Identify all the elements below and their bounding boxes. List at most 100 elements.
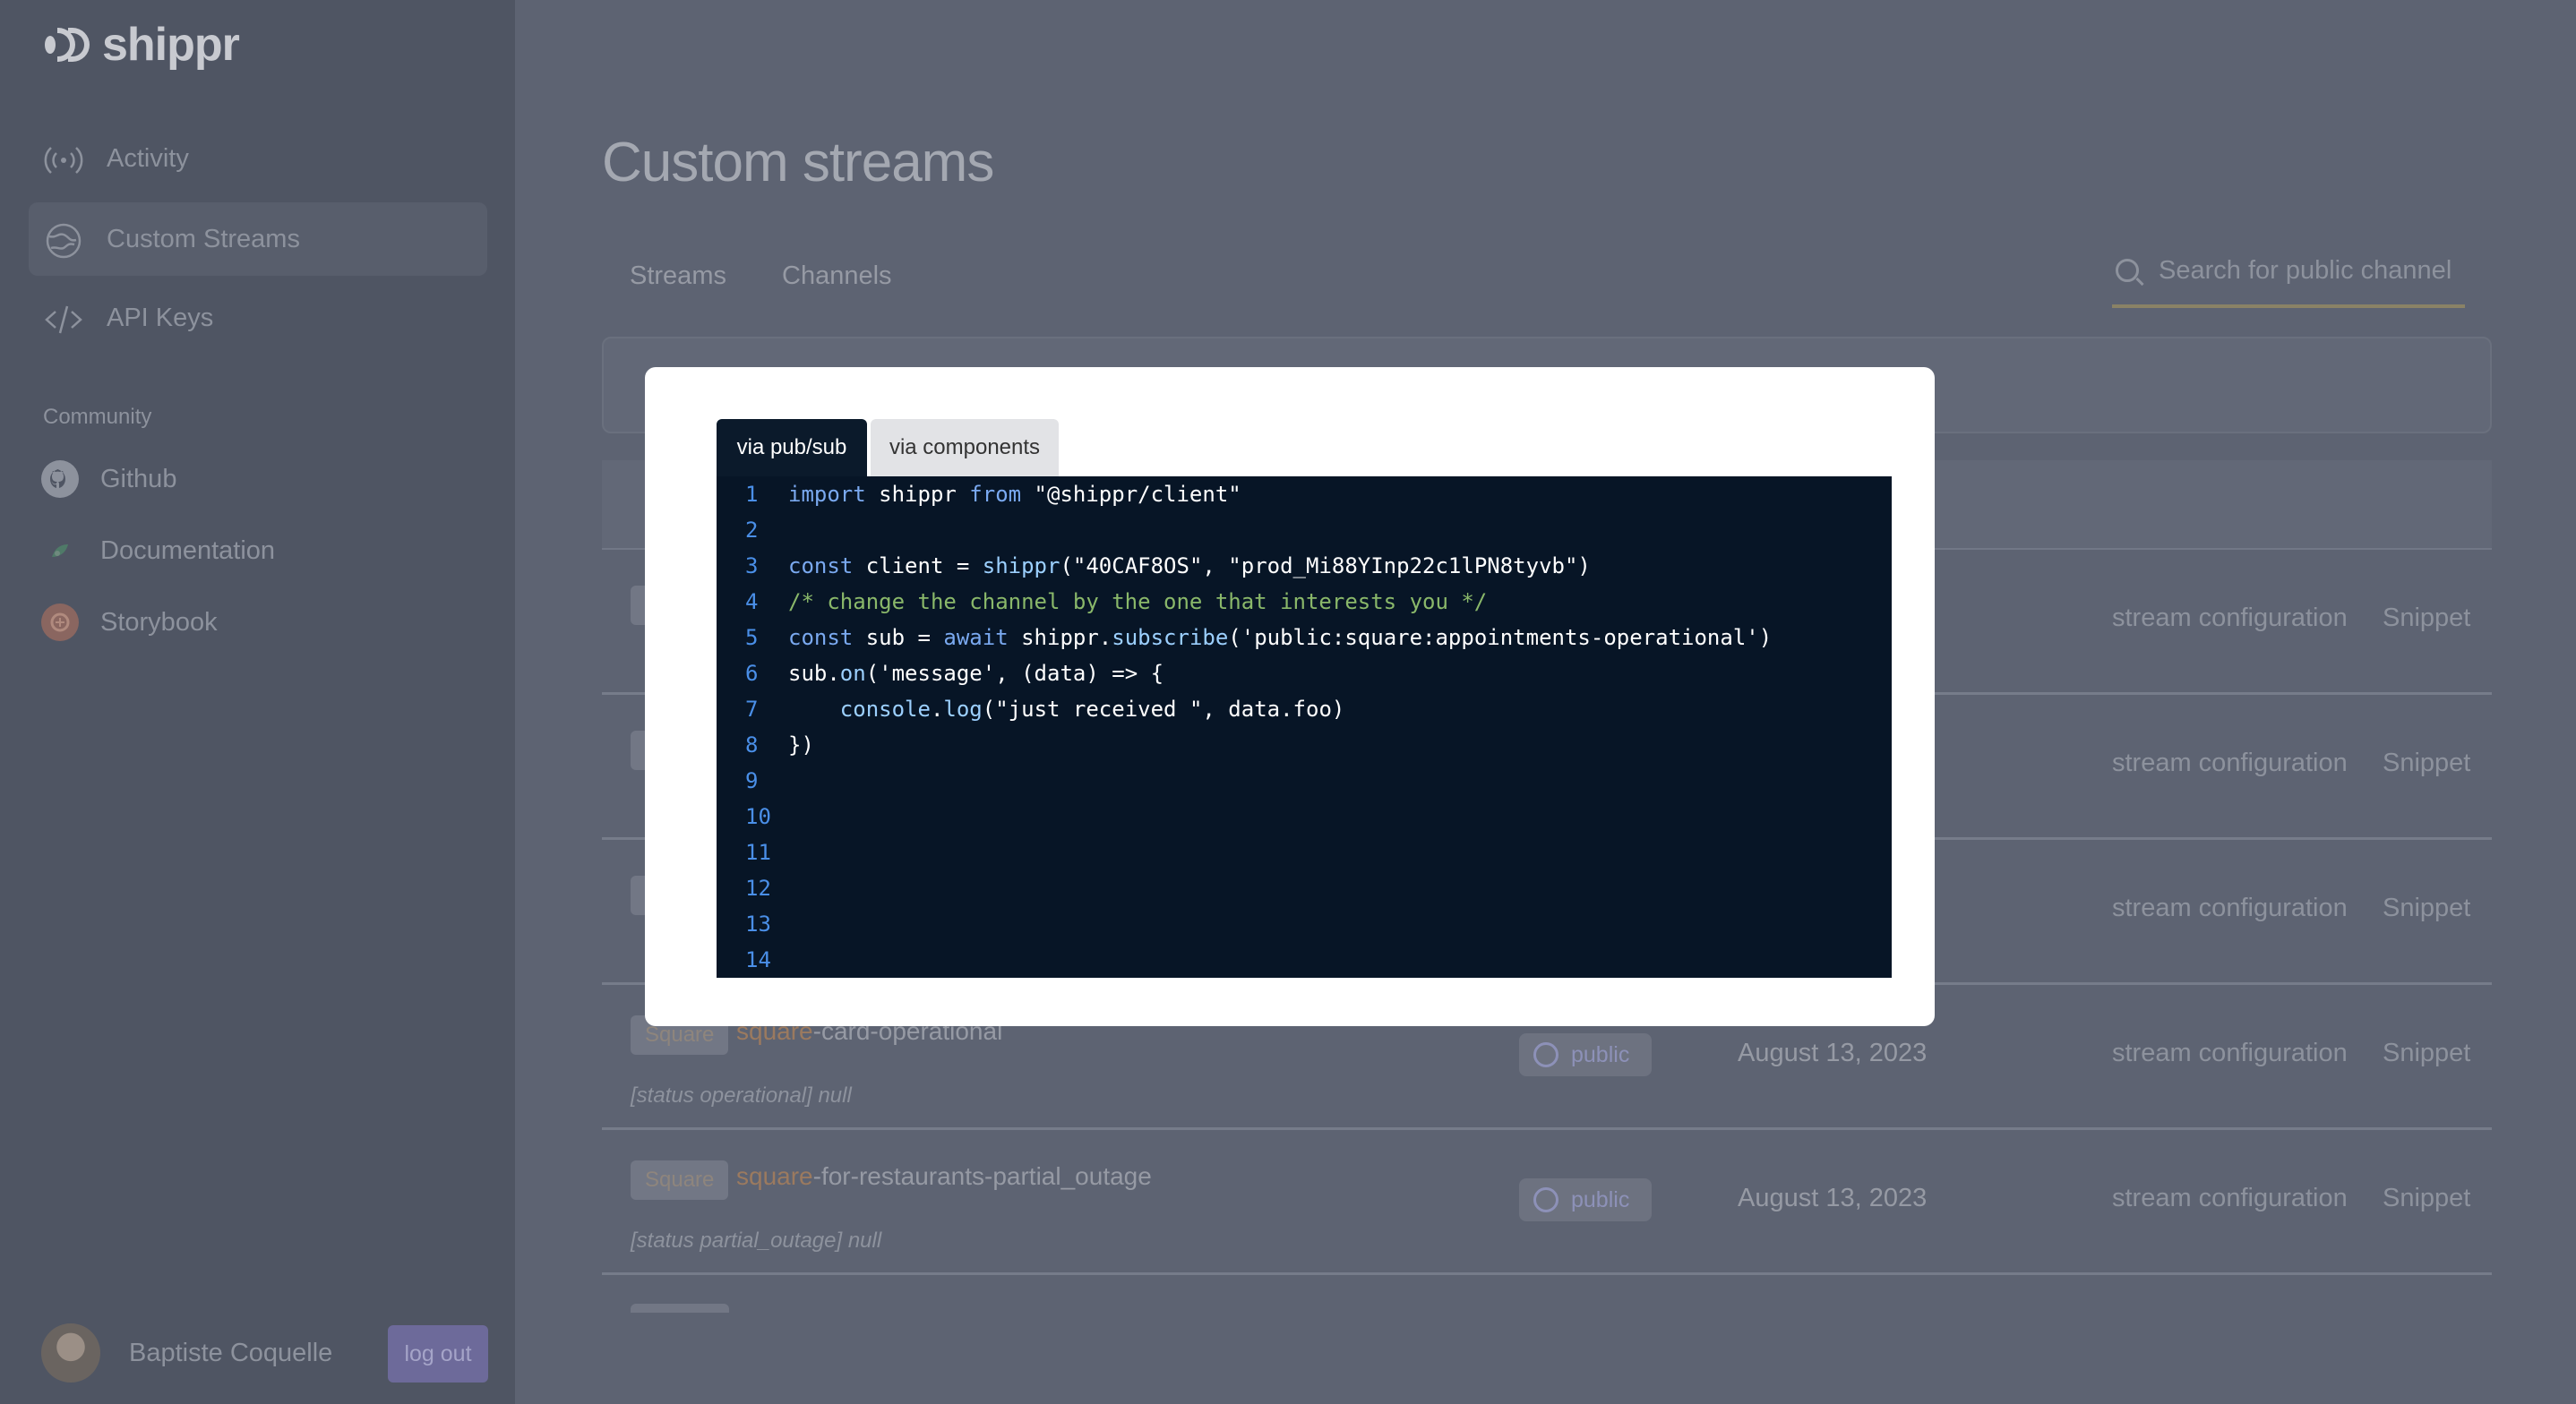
snippet-link[interactable]: Snippet — [2383, 1039, 2470, 1068]
user-name: Baptiste Coquelle — [129, 1338, 333, 1367]
line-number: 3 — [745, 553, 759, 578]
community-section-title: Community — [43, 405, 152, 429]
globe-icon — [1533, 1042, 1558, 1067]
logout-button[interactable]: log out — [388, 1325, 488, 1383]
sidebar-item-api-keys[interactable]: API Keys — [29, 281, 487, 355]
tab-via-components[interactable]: via components — [871, 419, 1059, 476]
created-date: August 13, 2023 — [1738, 1039, 1928, 1067]
sidebar-item-label: Github — [100, 464, 177, 493]
snippet-link[interactable]: Snippet — [2383, 894, 2470, 923]
shippr-logo-icon — [41, 22, 93, 67]
code-token: log — [943, 697, 983, 722]
code-line: 12 — [717, 870, 1892, 906]
code-token: ("just received ", data.foo) — [982, 697, 1345, 722]
line-number: 8 — [745, 732, 759, 758]
table-row: Square square-for-restaurants-partial_ou… — [602, 1130, 2492, 1275]
page-title: Custom streams — [602, 132, 994, 193]
line-number: 5 — [745, 625, 759, 650]
github-icon — [41, 460, 79, 498]
code-line: 14 — [717, 942, 1892, 978]
code-token: ('message', (data) => { — [865, 661, 1164, 686]
snippet-link[interactable]: Snippet — [2383, 749, 2470, 778]
sidebar-item-documentation[interactable]: Documentation — [41, 528, 489, 573]
visibility-label: public — [1571, 1186, 1630, 1212]
tab-channels[interactable]: Channels — [782, 261, 892, 291]
search-input[interactable]: Search for public channel — [2159, 256, 2451, 286]
code-token: import — [788, 482, 866, 507]
storybook-icon — [41, 604, 79, 641]
app-name: shippr — [102, 19, 240, 71]
stream-name[interactable]: square-for-restaurants-partial_outage — [736, 1162, 1152, 1191]
code-line: 7 console.log("just received ", data.foo… — [717, 691, 1892, 727]
code-token: client = — [853, 553, 983, 578]
snippet-link[interactable]: Snippet — [2383, 604, 2470, 633]
code-comment: /* change the channel by the one that in… — [788, 589, 1488, 614]
documentation-icon — [41, 532, 79, 569]
code-line: 3 const client = shippr("40CAF8OS", "prod… — [717, 548, 1892, 584]
tab-streams[interactable]: Streams — [630, 261, 726, 291]
stream-name-suffix: -for-restaurants-partial_outage — [812, 1162, 1152, 1190]
stream-configuration-link[interactable]: stream configuration — [2112, 604, 2348, 633]
code-token: shippr. — [1008, 625, 1112, 650]
stream-configuration-link[interactable]: stream configuration — [2112, 1039, 2348, 1068]
sidebar-item-custom-streams[interactable]: Custom Streams — [29, 202, 487, 276]
line-number: 11 — [745, 840, 771, 865]
code-line: 6 sub.on('message', (data) => { — [717, 655, 1892, 691]
line-number: 13 — [745, 912, 771, 937]
sidebar-item-storybook[interactable]: Storybook — [41, 600, 489, 645]
sidebar-item-label: Storybook — [100, 607, 218, 637]
provider-badge: Square — [631, 1160, 729, 1200]
code-token: sub. — [788, 661, 840, 686]
code-token: await — [943, 625, 1009, 650]
line-number: 2 — [745, 518, 759, 543]
code-token: shippr — [865, 482, 970, 507]
stream-configuration-link[interactable]: stream configuration — [2112, 749, 2348, 778]
user-profile: Baptiste Coquelle — [41, 1323, 332, 1383]
stream-name-prefix: square — [736, 1162, 813, 1190]
code-token: . — [930, 697, 944, 722]
code-token: on — [839, 661, 866, 686]
stream-status: [status partial_outage] null — [631, 1228, 882, 1253]
code-line: 13 — [717, 906, 1892, 942]
line-number: 4 — [745, 589, 759, 614]
code-line: 10 — [717, 799, 1892, 835]
globe-icon — [1533, 1187, 1558, 1212]
sidebar: shippr Activity Custom Streams API Keys … — [0, 0, 515, 1404]
code-icon — [43, 299, 84, 340]
shippr-logo[interactable]: shippr — [41, 19, 240, 71]
globe-icon — [43, 220, 84, 261]
stream-configuration-link[interactable]: stream configuration — [2112, 1184, 2348, 1213]
code-token: }) — [788, 732, 814, 758]
line-number: 7 — [745, 697, 759, 722]
sidebar-item-label: API Keys — [107, 303, 214, 332]
stream-status: [status operational] null — [631, 1083, 852, 1108]
snippet-link[interactable]: Snippet — [2383, 1184, 2470, 1213]
code-token: sub = — [853, 625, 944, 650]
code-line: 8}) — [717, 727, 1892, 763]
code-token: const — [788, 553, 854, 578]
line-number: 1 — [745, 482, 759, 507]
code-token: "@shippr/client" — [1021, 482, 1241, 507]
code-token: const — [788, 625, 854, 650]
visibility-badge: public — [1519, 1033, 1652, 1076]
tab-via-pubsub[interactable]: via pub/sub — [717, 419, 867, 476]
code-line: 5 const sub = await shippr.subscribe('pub… — [717, 620, 1892, 655]
line-number: 9 — [745, 768, 759, 793]
line-number: 6 — [745, 661, 759, 686]
search-box[interactable]: Search for public channel — [2112, 236, 2465, 308]
stream-configuration-link[interactable]: stream configuration — [2112, 894, 2348, 923]
sidebar-item-activity[interactable]: Activity — [29, 122, 487, 195]
code-token: shippr — [982, 553, 1060, 578]
code-token: ('public:square:appointments-operational… — [1228, 625, 1773, 650]
code-block[interactable]: 1 import shippr from "@shippr/client" 2 3… — [717, 476, 1892, 978]
code-token: console — [839, 697, 931, 722]
provider-badge — [631, 1304, 729, 1313]
created-date: August 13, 2023 — [1738, 1184, 1928, 1212]
sidebar-item-github[interactable]: Github — [41, 457, 489, 501]
code-line: 1 import shippr from "@shippr/client" — [717, 476, 1892, 512]
line-number: 12 — [745, 876, 771, 901]
code-line: 2 — [717, 512, 1892, 548]
avatar — [41, 1323, 100, 1383]
sidebar-item-label: Documentation — [100, 535, 276, 565]
